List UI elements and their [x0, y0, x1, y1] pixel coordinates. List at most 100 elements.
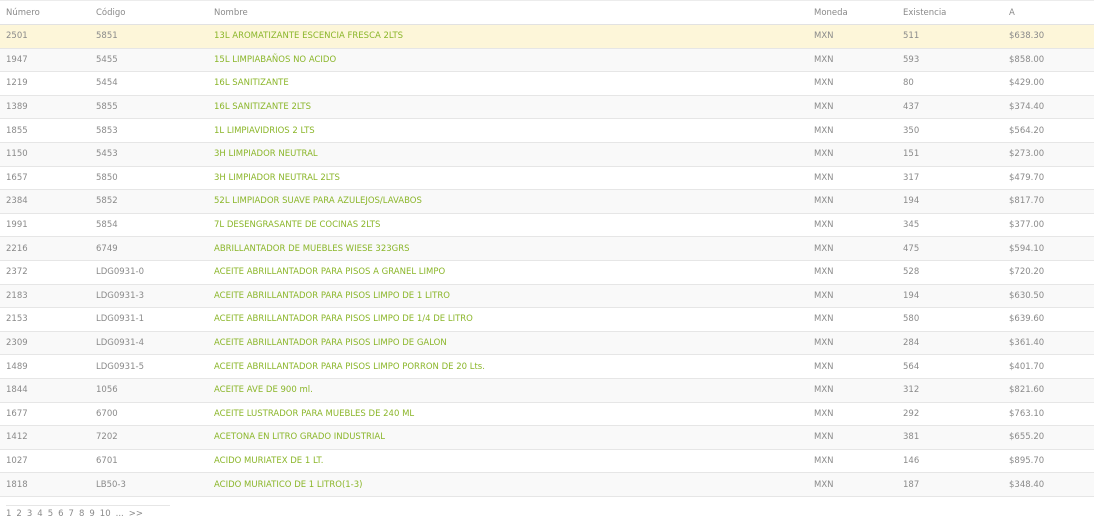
- page-link[interactable]: 1: [6, 509, 11, 519]
- cell-codigo: LDG0931-5: [96, 361, 144, 372]
- pagination: 1 2 3 4 5 6 7 8 9 10... >>: [6, 505, 170, 519]
- table-row[interactable]: 1844 1056 ACEITE AVE DE 900 ml. MXN 312 $821.…: [0, 378, 1094, 403]
- cell-price: $401.70: [1009, 361, 1045, 372]
- product-name-link[interactable]: 52L LIMPIADOR SUAVE PARA AZULEJOS/LAVABO…: [214, 190, 422, 213]
- cell-moneda: MXN: [814, 243, 834, 254]
- cell-existencia: 345: [903, 220, 920, 231]
- product-name-link[interactable]: ACEITE ABRILLANTADOR PARA PISOS LIMPO DE…: [214, 285, 450, 308]
- table-row[interactable]: 1219 5454 16L SANITIZANTE MXN 80 $429.00: [0, 72, 1094, 96]
- table-row[interactable]: 2309 LDG0931-4 ACEITE ABRILLANTADOR PARA P…: [0, 331, 1094, 356]
- table-row[interactable]: 1947 5455 15L LIMPIABAÑOS NO ACIDO MXN 593 $8…: [0, 48, 1094, 73]
- cell-price: $594.10: [1009, 243, 1045, 254]
- cell-numero: 1412: [6, 432, 28, 443]
- cell-moneda: MXN: [814, 385, 834, 396]
- next-page-link[interactable]: >>: [129, 509, 143, 519]
- cell-price: $564.20: [1009, 125, 1045, 136]
- cell-codigo: 5855: [96, 102, 118, 113]
- page-link[interactable]: 5: [48, 509, 53, 519]
- header-codigo[interactable]: Código: [96, 1, 126, 24]
- cell-numero: 1219: [6, 78, 28, 89]
- cell-moneda: MXN: [814, 54, 834, 65]
- cell-numero: 2384: [6, 196, 28, 207]
- page-link[interactable]: 6: [58, 509, 63, 519]
- products-table: Número Código Nombre Moneda Existencia A…: [0, 0, 1094, 497]
- table-row[interactable]: 1489 LDG0931-5 ACEITE ABRILLANTADOR PARA P…: [0, 355, 1094, 379]
- table-row[interactable]: 1412 7202 ACETONA EN LITRO GRADO INDUSTRIA…: [0, 426, 1094, 450]
- table-row[interactable]: 1677 6700 ACEITE LUSTRADOR PARA MUEBLES DE…: [0, 403, 1094, 427]
- product-name-link[interactable]: 15L LIMPIABAÑOS NO ACIDO: [214, 49, 336, 72]
- product-name-link[interactable]: ACEITE LUSTRADOR PARA MUEBLES DE 240 ML: [214, 403, 414, 426]
- product-name-link[interactable]: ACEITE ABRILLANTADOR PARA PISOS A GRANEL…: [214, 261, 445, 284]
- cell-existencia: 80: [903, 78, 914, 89]
- header-numero[interactable]: Número: [6, 1, 40, 24]
- product-name-link[interactable]: ACETONA EN LITRO GRADO INDUSTRIAL: [214, 426, 385, 449]
- product-name-link[interactable]: 16L SANITIZANTE: [214, 72, 289, 95]
- table-row[interactable]: 1027 6701 ACIDO MURIATEX DE 1 LT. MXN 146 $89…: [0, 450, 1094, 474]
- product-name-link[interactable]: ACIDO MURIATEX DE 1 LT.: [214, 450, 323, 473]
- cell-numero: 1818: [6, 479, 28, 490]
- cell-price: $895.70: [1009, 455, 1045, 466]
- table-row[interactable]: 1818 LB50-3 ACIDO MURIATICO DE 1 LITRO(1-3…: [0, 473, 1094, 497]
- cell-moneda: MXN: [814, 338, 834, 349]
- product-name-link[interactable]: ACEITE ABRILLANTADOR PARA PISOS LIMPO PO…: [214, 355, 485, 378]
- cell-moneda: MXN: [814, 102, 834, 113]
- product-name-link[interactable]: 3H LIMPIADOR NEUTRAL: [214, 143, 318, 166]
- cell-existencia: 317: [903, 172, 920, 183]
- table-row[interactable]: 1991 5854 7L DESENGRASANTE DE COCINAS 2LTS…: [0, 214, 1094, 238]
- cell-codigo: LDG0931-3: [96, 290, 144, 301]
- page-link[interactable]: 9: [89, 509, 94, 519]
- cell-existencia: 564: [903, 361, 920, 372]
- cell-codigo: LB50-3: [96, 479, 126, 490]
- product-name-link[interactable]: ACEITE ABRILLANTADOR PARA PISOS LIMPO DE…: [214, 332, 447, 355]
- table-row[interactable]: 2183 LDG0931-3 ACEITE ABRILLANTADOR PARA P…: [0, 284, 1094, 309]
- cell-codigo: 5854: [96, 220, 118, 231]
- product-name-link[interactable]: 16L SANITIZANTE 2LTS: [214, 96, 311, 119]
- cell-moneda: MXN: [814, 31, 834, 42]
- cell-price: $655.20: [1009, 432, 1045, 443]
- cell-moneda: MXN: [814, 479, 834, 490]
- cell-codigo: 5852: [96, 196, 118, 207]
- page-link[interactable]: 2: [16, 509, 21, 519]
- page-link[interactable]: 4: [37, 509, 42, 519]
- table-header: Número Código Nombre Moneda Existencia A: [0, 0, 1094, 25]
- cell-price: $720.20: [1009, 267, 1045, 278]
- cell-existencia: 312: [903, 385, 920, 396]
- table-row[interactable]: 1855 5853 1L LIMPIAVIDRIOS 2 LTS MXN 350 $564…: [0, 119, 1094, 143]
- page-link[interactable]: 7: [69, 509, 74, 519]
- cell-existencia: 292: [903, 408, 920, 419]
- product-name-link[interactable]: 1L LIMPIAVIDRIOS 2 LTS: [214, 119, 315, 142]
- product-name-link[interactable]: ACEITE ABRILLANTADOR PARA PISOS LIMPO DE…: [214, 308, 473, 331]
- page-link[interactable]: 10: [100, 509, 111, 519]
- page-link[interactable]: 8: [79, 509, 84, 519]
- table-row[interactable]: 2153 LDG0931-1 ACEITE ABRILLANTADOR PARA P…: [0, 308, 1094, 332]
- table-row[interactable]: 1150 5453 3H LIMPIADOR NEUTRAL MXN 151 $273.0…: [0, 142, 1094, 167]
- cell-numero: 2309: [6, 338, 28, 349]
- header-moneda[interactable]: Moneda: [814, 1, 848, 24]
- page-link[interactable]: 3: [27, 509, 32, 519]
- header-nombre[interactable]: Nombre: [214, 1, 248, 24]
- table-row[interactable]: 1657 5850 3H LIMPIADOR NEUTRAL 2LTS MXN 317 $…: [0, 167, 1094, 191]
- header-a[interactable]: A: [1009, 1, 1015, 24]
- table-row[interactable]: 2384 5852 52L LIMPIADOR SUAVE PARA AZULEJO…: [0, 190, 1094, 214]
- header-existencia[interactable]: Existencia: [903, 1, 946, 24]
- product-name-link[interactable]: 13L AROMATIZANTE ESCENCIA FRESCA 2LTS: [214, 25, 403, 48]
- table-row[interactable]: 2372 LDG0931-0 ACEITE ABRILLANTADOR PARA P…: [0, 261, 1094, 285]
- cell-codigo: LDG0931-4: [96, 338, 144, 349]
- table-row[interactable]: 2216 6749 ABRILLANTADOR DE MUEBLES WIESE 3…: [0, 237, 1094, 261]
- cell-existencia: 350: [903, 125, 920, 136]
- product-name-link[interactable]: ACIDO MURIATICO DE 1 LITRO(1-3): [214, 473, 362, 496]
- cell-moneda: MXN: [814, 361, 834, 372]
- product-name-link[interactable]: 7L DESENGRASANTE DE COCINAS 2LTS: [214, 214, 380, 237]
- product-name-link[interactable]: ABRILLANTADOR DE MUEBLES WIESE 323GRS: [214, 237, 410, 260]
- cell-existencia: 146: [903, 455, 920, 466]
- cell-existencia: 593: [903, 54, 920, 65]
- table-row[interactable]: 2501 5851 13L AROMATIZANTE ESCENCIA FRESCA…: [0, 25, 1094, 49]
- cell-price: $479.70: [1009, 172, 1045, 183]
- product-name-link[interactable]: ACEITE AVE DE 900 ml.: [214, 379, 313, 402]
- pagination-ellipsis[interactable]: ...: [116, 509, 124, 519]
- cell-codigo: 6701: [96, 455, 118, 466]
- product-name-link[interactable]: 3H LIMPIADOR NEUTRAL 2LTS: [214, 167, 340, 190]
- cell-codigo: 5851: [96, 31, 118, 42]
- cell-moneda: MXN: [814, 78, 834, 89]
- table-row[interactable]: 1389 5855 16L SANITIZANTE 2LTS MXN 437 $374.4…: [0, 95, 1094, 120]
